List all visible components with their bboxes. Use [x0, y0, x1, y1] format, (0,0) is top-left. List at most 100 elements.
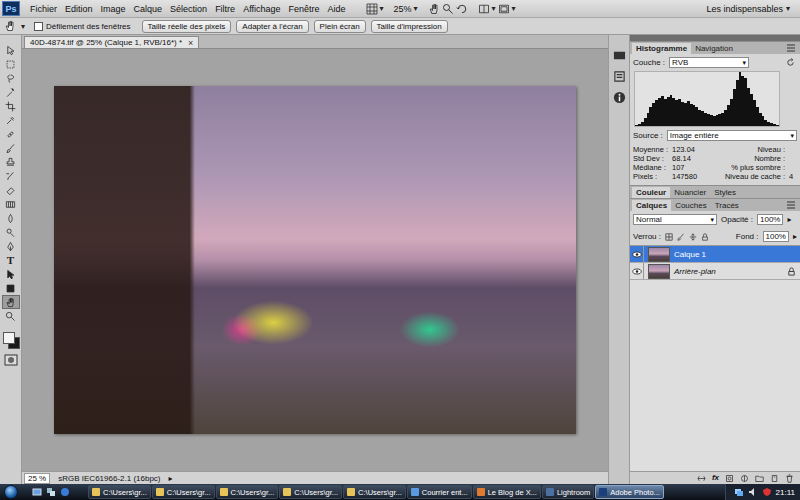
- tool-button[interactable]: [2, 57, 20, 71]
- history-tool-icon[interactable]: [5, 171, 16, 182]
- layer-row[interactable]: Arrière-plan: [630, 263, 800, 280]
- arrange-dropdown-arrow[interactable]: ▾: [492, 4, 496, 13]
- start-button[interactable]: [4, 485, 18, 499]
- arrange-documents-icon[interactable]: [478, 3, 490, 15]
- volume-icon[interactable]: [748, 487, 758, 497]
- folder-icon[interactable]: [755, 474, 764, 483]
- type-tool-icon[interactable]: T: [7, 254, 14, 266]
- tool-button[interactable]: [2, 309, 20, 323]
- eyedropper-tool-icon[interactable]: [5, 115, 16, 126]
- lasso-tool-icon[interactable]: [5, 73, 16, 84]
- foreground-color-swatch[interactable]: [3, 332, 15, 344]
- heal-tool-icon[interactable]: [5, 129, 16, 140]
- menu-item[interactable]: Aide: [324, 4, 350, 14]
- zoom-dropdown-arrow[interactable]: ▾: [414, 4, 418, 13]
- panel-menu-icon[interactable]: [786, 44, 796, 52]
- tool-button[interactable]: T: [2, 253, 20, 267]
- source-select[interactable]: Image entière▾: [667, 130, 797, 141]
- tool-button[interactable]: [2, 211, 20, 225]
- screen-mode-dropdown-arrow[interactable]: ▾: [512, 4, 516, 13]
- taskbar-button[interactable]: C:\Users\gr...: [279, 485, 342, 499]
- new-layer-icon[interactable]: [770, 474, 779, 483]
- lock-option-icon[interactable]: [665, 233, 673, 241]
- shape-tool-icon[interactable]: [5, 283, 16, 294]
- menu-item[interactable]: Filtre: [211, 4, 239, 14]
- status-menu-arrow[interactable]: ▸: [169, 474, 173, 483]
- fill-slider-arrow[interactable]: ▸: [793, 232, 797, 241]
- panel-tab[interactable]: Tracés: [711, 200, 743, 211]
- eye-icon[interactable]: [632, 251, 642, 258]
- quick-mask-icon[interactable]: [4, 354, 18, 366]
- taskbar-button[interactable]: Le Blog de X...: [473, 485, 541, 499]
- crop-tool-icon[interactable]: [5, 101, 16, 112]
- taskbar-button[interactable]: Courrier ent...: [407, 485, 472, 499]
- panel-tab[interactable]: Styles: [710, 187, 740, 198]
- eye-icon[interactable]: [632, 268, 642, 275]
- taskbar-button[interactable]: C:\Users\gr...: [216, 485, 279, 499]
- history-icon[interactable]: [613, 70, 626, 83]
- layer-name[interactable]: Calque 1: [674, 250, 706, 259]
- security-icon[interactable]: [762, 487, 772, 497]
- tool-button[interactable]: [2, 155, 20, 169]
- opacity-field[interactable]: 100%: [757, 214, 783, 225]
- taskbar-button[interactable]: C:\Users\gr...: [343, 485, 406, 499]
- layer-style-button[interactable]: fx: [712, 473, 719, 483]
- gradient-tool-icon[interactable]: [5, 199, 16, 210]
- tool-button[interactable]: [2, 239, 20, 253]
- wand-tool-icon[interactable]: [5, 87, 16, 98]
- option-button[interactable]: Taille d'impression: [371, 20, 448, 33]
- option-button[interactable]: Adapter à l'écran: [236, 20, 308, 33]
- menu-item[interactable]: Affichage: [239, 4, 284, 14]
- link-icon[interactable]: [697, 474, 706, 483]
- blur-tool-icon[interactable]: [5, 213, 16, 224]
- hand-tool-icon[interactable]: [5, 297, 16, 308]
- menu-item[interactable]: Fichier: [26, 4, 61, 14]
- refresh-icon[interactable]: [786, 58, 795, 67]
- tool-button[interactable]: [2, 267, 20, 281]
- taskbar-button[interactable]: C:\Users\gr...: [152, 485, 215, 499]
- menu-item[interactable]: Fenêtre: [285, 4, 324, 14]
- menu-item[interactable]: Image: [97, 4, 130, 14]
- taskbar-button[interactable]: Adobe Photo...: [595, 485, 664, 499]
- option-button[interactable]: Taille réelle des pixels: [142, 20, 232, 33]
- lock-option-icon[interactable]: [689, 233, 697, 241]
- blend-mode-select[interactable]: Normal▾: [633, 214, 717, 225]
- adjustment-icon[interactable]: [740, 474, 749, 483]
- trash-icon[interactable]: [785, 474, 794, 483]
- tool-button[interactable]: [2, 113, 20, 127]
- panel-tab[interactable]: Histogramme: [632, 43, 691, 54]
- lock-option-icon[interactable]: [701, 233, 709, 241]
- zoom-tool-icon[interactable]: [5, 311, 16, 322]
- visibility-toggle[interactable]: [630, 263, 644, 279]
- pen-tool-icon[interactable]: [5, 241, 16, 252]
- zoom-level[interactable]: 25%: [394, 4, 412, 14]
- menu-item[interactable]: Edition: [61, 4, 97, 14]
- switch-windows-icon[interactable]: [46, 487, 56, 497]
- browser-launch-icon[interactable]: [60, 487, 70, 497]
- menu-item[interactable]: Sélection: [166, 4, 211, 14]
- info-icon[interactable]: [613, 91, 626, 104]
- lock-option-icon[interactable]: [677, 233, 685, 241]
- taskbar-button[interactable]: C:\Users\gr...: [88, 485, 151, 499]
- tool-button[interactable]: [2, 225, 20, 239]
- network-icon[interactable]: [734, 487, 744, 497]
- zoom-icon[interactable]: [442, 3, 454, 15]
- navigator-icon[interactable]: [613, 49, 626, 62]
- tool-preset-arrow[interactable]: ▾: [21, 22, 25, 31]
- stamp-tool-icon[interactable]: [5, 157, 16, 168]
- move-tool-icon[interactable]: [5, 45, 16, 56]
- checkbox-box[interactable]: [34, 22, 43, 31]
- panel-tab[interactable]: Navigation: [691, 43, 737, 54]
- menu-item[interactable]: Calque: [130, 4, 167, 14]
- mask-icon[interactable]: [725, 474, 734, 483]
- tool-button[interactable]: [2, 127, 20, 141]
- workspace-dropdown-arrow[interactable]: ▾: [786, 4, 790, 13]
- tool-preset-hand-icon[interactable]: [4, 20, 16, 32]
- clock[interactable]: 21:11: [776, 488, 795, 497]
- path-tool-icon[interactable]: [5, 269, 16, 280]
- panel-tab[interactable]: Couleur: [632, 187, 670, 198]
- tool-button[interactable]: [2, 71, 20, 85]
- option-button[interactable]: Plein écran: [314, 20, 366, 33]
- close-document-button[interactable]: ×: [188, 38, 193, 48]
- tool-button[interactable]: [2, 43, 20, 57]
